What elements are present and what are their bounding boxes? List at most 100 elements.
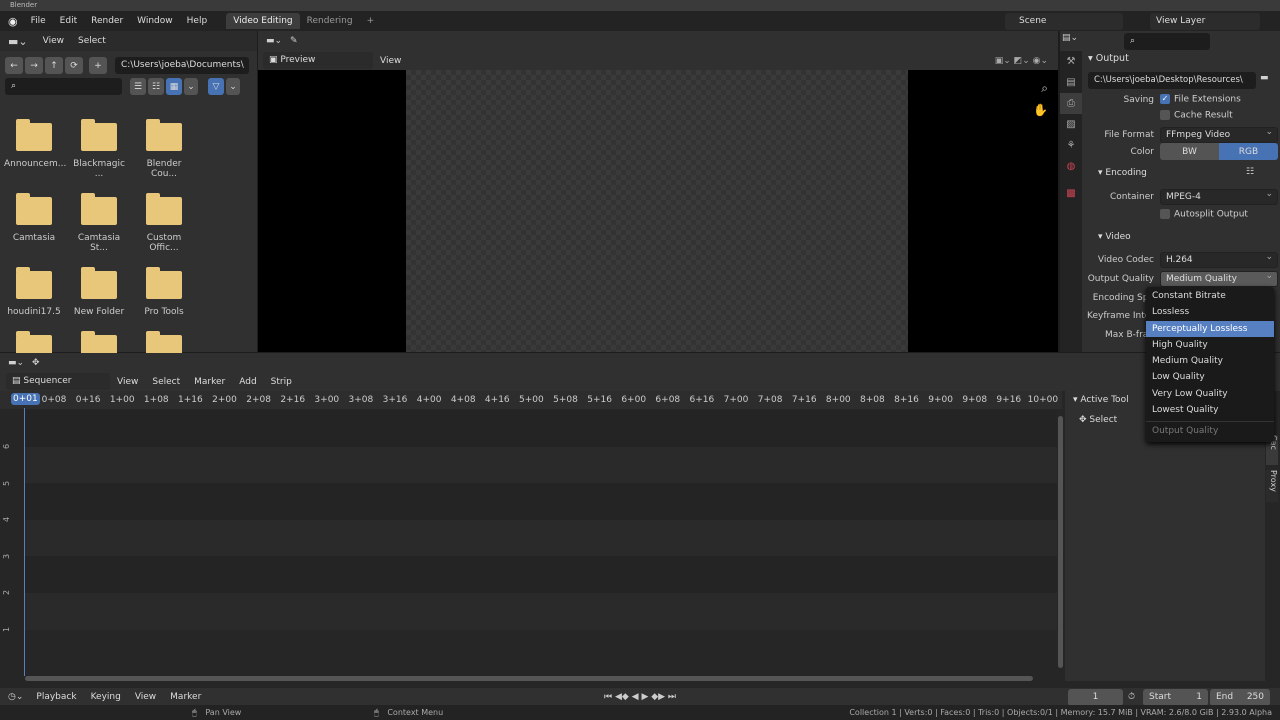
folder-item[interactable]: Camtasia (4, 193, 64, 253)
scene-selector[interactable]: Scene (1005, 13, 1123, 30)
transform-tool-icon[interactable]: ✥ (32, 358, 40, 368)
menu-keying[interactable]: Keying (84, 692, 128, 702)
folder-item[interactable]: Pro Tools (134, 267, 194, 317)
quality-option[interactable]: Medium Quality (1146, 353, 1274, 369)
menu-help[interactable]: Help (180, 16, 215, 26)
color-rgb-button[interactable]: RGB (1219, 143, 1278, 160)
folder-item[interactable]: Blender Cou... (134, 119, 194, 179)
texture-tab-icon[interactable]: ▩ (1060, 183, 1082, 204)
chevron-down-icon[interactable]: ⌄ (226, 78, 240, 95)
menu-strip[interactable]: Strip (264, 377, 299, 387)
view-layer-tab-icon[interactable]: ▨ (1060, 114, 1082, 135)
output-quality-dropdown[interactable]: Medium Quality (1160, 269, 1278, 287)
output-path-input[interactable]: C:\Users\joeba\Desktop\Resources\ (1088, 72, 1256, 89)
menu-window[interactable]: Window (130, 16, 180, 26)
detail-view-icon[interactable]: ☷ (148, 78, 164, 95)
quality-option[interactable]: Constant Bitrate (1146, 288, 1274, 304)
quality-option[interactable]: Lossless (1146, 304, 1274, 320)
scene-tab-icon[interactable]: ⚘ (1060, 135, 1082, 156)
current-frame-field[interactable]: 1 (1068, 689, 1123, 706)
menu-view[interactable]: View (36, 36, 71, 46)
editor-type-icon[interactable]: ▤⌄ (1062, 33, 1078, 43)
quality-option[interactable]: High Quality (1146, 337, 1274, 353)
folder-item[interactable]: New Folder (69, 267, 129, 317)
sequencer-type-dropdown[interactable]: ▤ Sequencer (6, 373, 110, 390)
end-frame-field[interactable]: End 250 (1210, 689, 1270, 706)
playback-controls[interactable]: ⏮ ◀◆ ◀ ▶ ◆▶ ⏭ (604, 692, 676, 702)
chevron-down-icon[interactable]: ⌄ (184, 78, 198, 95)
cache-result-checkbox[interactable]: Cache Result (1160, 110, 1233, 121)
output-section-header[interactable]: ▾ Output (1088, 53, 1129, 64)
add-workspace-button[interactable]: + (360, 13, 382, 29)
output-tab-icon[interactable]: ⎙ (1060, 93, 1082, 114)
menu-view[interactable]: View (128, 692, 163, 702)
sequencer-channel-row[interactable] (25, 593, 1057, 630)
refresh-icon[interactable]: ⟳ (65, 57, 83, 74)
pan-hand-icon[interactable]: ✋ (1033, 103, 1048, 117)
world-tab-icon[interactable]: ◍ (1060, 156, 1082, 177)
view-layer-selector[interactable]: View Layer (1150, 13, 1260, 30)
menu-marker[interactable]: Marker (187, 377, 232, 387)
menu-select[interactable]: Select (71, 36, 113, 46)
file-extensions-checkbox[interactable]: ✓ File Extensions (1160, 94, 1241, 105)
editor-type-icon[interactable]: ▬⌄ (258, 36, 290, 46)
menu-render[interactable]: Render (84, 16, 130, 26)
menu-playback[interactable]: Playback (29, 692, 83, 702)
thumbnail-view-icon[interactable]: ▦ (166, 78, 182, 95)
blender-logo-icon[interactable]: ◉ (0, 15, 24, 28)
list-view-icon[interactable]: ☰ (130, 78, 146, 95)
folder-item[interactable]: Custom Offic... (134, 193, 194, 253)
start-frame-field[interactable]: Start 1 (1143, 689, 1208, 706)
sequencer-channel-row[interactable] (25, 483, 1057, 520)
menu-file[interactable]: File (24, 16, 53, 26)
forward-icon[interactable]: → (25, 57, 43, 74)
search-input[interactable]: ⌕ (5, 78, 122, 95)
zoom-icon[interactable]: ⌕ (1041, 81, 1048, 96)
current-frame-indicator[interactable]: 0+01 (11, 393, 40, 405)
video-codec-dropdown[interactable]: H.264 (1160, 250, 1278, 268)
menu-add[interactable]: Add (232, 377, 263, 387)
folder-item[interactable]: Camtasia St... (69, 193, 129, 253)
menu-marker[interactable]: Marker (163, 692, 208, 702)
back-icon[interactable]: ← (5, 57, 23, 74)
color-bw-button[interactable]: BW (1160, 143, 1219, 160)
playhead-line[interactable] (24, 408, 25, 676)
path-input[interactable]: C:\Users\joeba\Documents\ (115, 57, 249, 74)
preview-canvas[interactable] (406, 70, 908, 352)
sequencer-channel-row[interactable] (25, 519, 1057, 557)
sequencer-channel-row[interactable] (25, 556, 1057, 593)
tool-tab-icon[interactable]: ⚒ (1060, 51, 1082, 72)
menu-edit[interactable]: Edit (53, 16, 84, 26)
sequencer-channel-row[interactable] (25, 446, 1057, 484)
editor-type-icon[interactable]: ▬⌄ (0, 35, 36, 48)
properties-search[interactable]: ⌕ (1124, 33, 1210, 50)
tab-rendering[interactable]: Rendering (300, 13, 360, 29)
tab-proxy[interactable]: Proxy (1266, 470, 1278, 502)
new-folder-icon[interactable]: + (89, 57, 107, 74)
container-dropdown[interactable]: MPEG-4 (1160, 187, 1278, 205)
stopwatch-icon[interactable]: ⏱ (1128, 692, 1135, 702)
menu-view[interactable]: View (110, 377, 145, 387)
quality-option[interactable]: Lowest Quality (1146, 402, 1274, 418)
menu-select[interactable]: Select (145, 377, 187, 387)
filter-icon[interactable]: ▽ (208, 78, 224, 95)
autosplit-checkbox[interactable]: Autosplit Output (1160, 209, 1248, 220)
render-tab-icon[interactable]: ▤ (1060, 72, 1082, 93)
preview-mode-dropdown[interactable]: ▣ Preview (263, 52, 373, 69)
editor-type-icon[interactable]: ▬⌄ (0, 358, 32, 368)
file-format-dropdown[interactable]: FFmpeg Video (1160, 125, 1278, 143)
quality-option[interactable]: Very Low Quality (1146, 386, 1274, 402)
quality-option[interactable]: Perceptually Lossless (1146, 320, 1274, 337)
eyedropper-icon[interactable]: ✎ (290, 36, 298, 46)
horizontal-scrollbar[interactable] (25, 676, 1033, 681)
timeline-editor-icon[interactable]: ◷⌄ (0, 692, 29, 702)
vertical-scrollbar[interactable] (1058, 416, 1063, 668)
folder-item[interactable]: houdini17.5 (4, 267, 64, 317)
overlay-icons[interactable]: ▣⌄ ◩⌄ ◉⌄ (995, 56, 1048, 66)
presets-list-icon[interactable]: ☷ (1246, 167, 1254, 177)
tab-video-editing[interactable]: Video Editing (226, 13, 300, 29)
folder-browse-icon[interactable]: ▬ (1260, 73, 1269, 83)
quality-option[interactable]: Low Quality (1146, 369, 1274, 385)
encoding-section-header[interactable]: ▾ Encoding (1098, 168, 1147, 178)
video-section-header[interactable]: ▾ Video (1098, 232, 1131, 242)
